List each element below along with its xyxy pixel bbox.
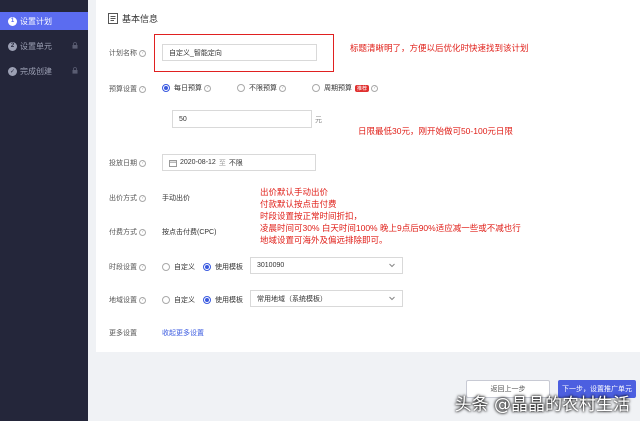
region-template-select[interactable]: 常用地域（系统模板） (250, 290, 403, 307)
document-icon (108, 13, 118, 24)
lock-icon (72, 42, 78, 49)
card-title: 基本信息 (122, 14, 159, 24)
annotation-line: 时段设置按正常时间折扣， (260, 211, 363, 221)
step-label: 完成创建 (20, 66, 52, 76)
pay-method-label: 付费方式? (109, 227, 146, 237)
radio[interactable] (237, 84, 245, 92)
help-icon[interactable]: ? (139, 159, 146, 167)
radio[interactable] (162, 263, 170, 271)
annotation-line: 凌晨时间可30% 白天时间100% 晚上9点后90%适应减一些或不减也行 (260, 223, 521, 233)
budget-unlimited-option[interactable]: 不限预算? (237, 83, 286, 93)
time-slot-label: 时段设置? (109, 262, 146, 272)
step-number: 2 (8, 41, 17, 51)
step-label: 设置单元 (20, 41, 52, 51)
collapse-more-link[interactable]: 收起更多设置 (162, 328, 204, 338)
time-custom-option[interactable]: 自定义 (162, 262, 195, 272)
basic-info-card: 基本信息 计划名称? 自定义_智能定向 预算设置? 每日预算? 不限预算? 周期… (96, 0, 640, 352)
budget-label: 预算设置? (109, 84, 146, 94)
bid-method-label: 出价方式? (109, 193, 146, 203)
step-label: 设置计划 (20, 16, 52, 26)
step-complete[interactable]: ✓ 完成创建 (0, 62, 88, 80)
radio-selected[interactable] (162, 84, 170, 92)
help-icon[interactable]: ? (139, 85, 146, 93)
pay-method-value: 按点击付费(CPC) (162, 229, 217, 236)
date-separator: 至 (218, 159, 226, 167)
dates-label: 投放日期? (109, 158, 146, 168)
budget-unit: 元 (315, 117, 322, 124)
calendar-icon (169, 159, 177, 167)
plan-name-label: 计划名称? (109, 48, 146, 58)
recommend-badge: 推荐 (355, 84, 370, 92)
date-end: 不限 (228, 159, 243, 167)
budget-period-option[interactable]: 周期预算 推荐? (312, 83, 379, 93)
step-number: 1 (8, 16, 17, 26)
region-template-option[interactable]: 使用模板 (203, 295, 243, 305)
radio[interactable] (162, 296, 170, 304)
bid-method-value: 手动出价 (162, 195, 190, 202)
card-header: 基本信息 (108, 12, 158, 25)
chevron-down-icon (389, 296, 395, 301)
help-icon[interactable]: ? (204, 84, 211, 92)
step-set-unit[interactable]: 2 设置单元 (0, 37, 88, 55)
annotation-budget-tip: 日限最低30元，刚开始做可50-100元日限 (358, 126, 513, 136)
lock-icon (72, 67, 78, 74)
select-value: 常用地域（系统模板） (257, 295, 327, 303)
annotation-line: 付款默认按点击付费 (260, 199, 337, 209)
date-range-picker[interactable]: 2020-08-12 至 不限 (162, 154, 316, 171)
help-icon[interactable]: ? (371, 84, 379, 92)
annotation-line: 出价默认手动出价 (260, 187, 329, 197)
annotation-title-tip: 标题清晰明了，方便以后优化时快速找到该计划 (350, 43, 529, 53)
help-icon[interactable]: ? (279, 84, 286, 92)
time-template-select[interactable]: 3010090 (250, 257, 403, 274)
radio-selected[interactable] (203, 296, 211, 304)
help-icon[interactable]: ? (139, 296, 146, 304)
help-icon[interactable]: ? (139, 228, 146, 236)
plan-name-input[interactable]: 自定义_智能定向 (162, 44, 317, 61)
chevron-down-icon (389, 263, 395, 268)
more-settings-label: 更多设置 (109, 330, 137, 337)
annotation-line: 地域设置可海外及偏远排除即可。 (260, 235, 388, 245)
budget-amount-input[interactable]: 50 (172, 110, 312, 128)
radio-selected[interactable] (203, 263, 211, 271)
help-icon[interactable]: ? (139, 194, 146, 202)
steps-sidebar: 1 设置计划 2 设置单元 ✓ 完成创建 (0, 0, 88, 421)
help-icon[interactable]: ? (139, 263, 146, 271)
time-template-option[interactable]: 使用模板 (203, 262, 243, 272)
budget-type-group: 每日预算? 不限预算? 周期预算 推荐? (162, 83, 404, 93)
region-label: 地域设置? (109, 295, 146, 305)
date-start: 2020-08-12 (180, 159, 216, 166)
select-value: 3010090 (257, 262, 285, 269)
check-icon: ✓ (8, 66, 17, 76)
region-custom-option[interactable]: 自定义 (162, 295, 195, 305)
step-set-plan[interactable]: 1 设置计划 (0, 12, 88, 30)
annotation-settings-tip: 出价默认手动出价 付款默认按点击付费 时段设置按正常时间折扣， 凌晨时间可30%… (260, 186, 640, 246)
budget-daily-option[interactable]: 每日预算? (162, 83, 211, 93)
help-icon[interactable]: ? (139, 49, 146, 57)
watermark: 头条 @晶晶的农村生活 (454, 395, 630, 415)
radio[interactable] (312, 84, 320, 92)
